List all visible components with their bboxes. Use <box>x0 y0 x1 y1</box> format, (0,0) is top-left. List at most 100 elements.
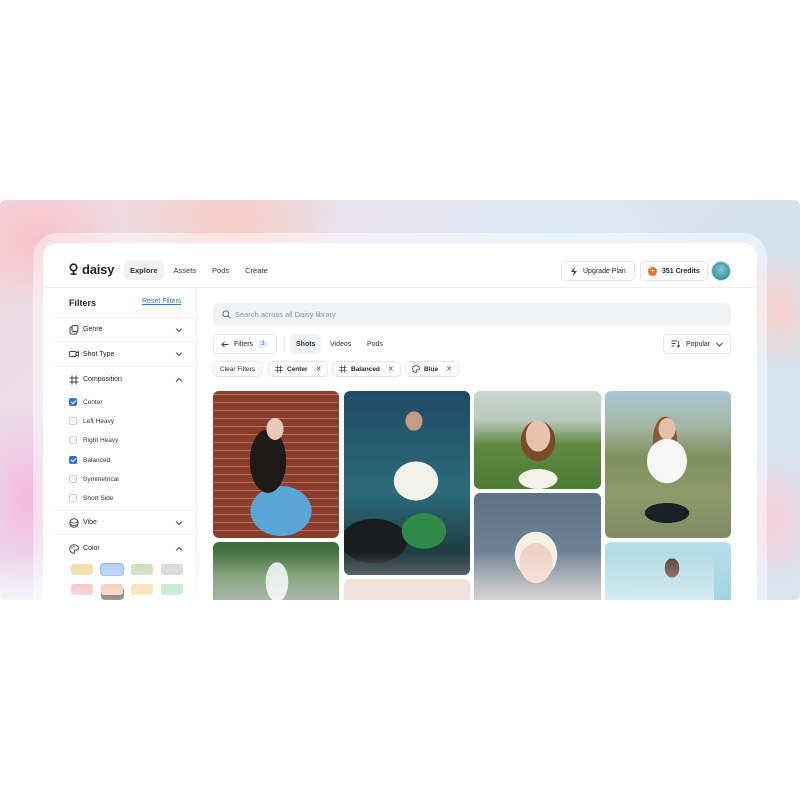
color-swatch[interactable] <box>161 564 183 575</box>
option-center[interactable]: Center <box>69 398 103 406</box>
nav-assets[interactable]: Assets <box>168 261 203 280</box>
sort-dropdown[interactable]: Popular <box>663 334 731 354</box>
option-label: Symmetrical <box>83 475 119 483</box>
section-color[interactable]: Color <box>55 536 197 561</box>
frame-icon <box>275 365 283 373</box>
vibe-icon <box>69 517 79 528</box>
remove-chip-close-icon[interactable]: ✕ <box>446 365 452 373</box>
option-left-heavy[interactable]: Left Heavy <box>69 417 114 425</box>
image-tile[interactable] <box>344 579 470 600</box>
option-label: Short Side <box>83 494 114 502</box>
palette-icon <box>412 365 420 373</box>
chevron-down-icon <box>716 342 723 347</box>
sort-label: Popular <box>686 340 711 348</box>
app-window: daisy Explore Assets Pods Create Upgrade… <box>43 243 757 600</box>
video-icon <box>69 351 79 357</box>
image-tile-portrait-field[interactable] <box>474 391 601 489</box>
checkbox[interactable] <box>69 494 77 502</box>
credits-button[interactable]: + 351 Credits <box>640 261 708 281</box>
frame-icon <box>69 375 79 384</box>
frame-icon <box>339 365 347 373</box>
image-tile-portrait-pigtails[interactable] <box>474 493 601 600</box>
color-swatch[interactable] <box>101 584 123 595</box>
checkbox-checked[interactable] <box>69 456 77 464</box>
section-shot-type[interactable]: Shot Type <box>55 342 197 367</box>
credits-label: 351 Credits <box>662 267 700 275</box>
option-label: Balanced <box>83 456 111 464</box>
filters-button-label: Filters <box>234 340 254 348</box>
top-bar: daisy Explore Assets Pods Create Upgrade… <box>43 243 757 288</box>
option-right-heavy[interactable]: Right Heavy <box>69 436 118 444</box>
option-label: Center <box>83 398 103 406</box>
image-tile-waterfall[interactable] <box>213 542 339 600</box>
remove-chip-close-icon[interactable]: ✕ <box>316 365 322 373</box>
plus-coin-icon: + <box>648 266 657 276</box>
search-input[interactable] <box>235 310 715 319</box>
option-symmetrical[interactable]: Symmetrical <box>69 475 119 483</box>
checkbox[interactable] <box>69 475 77 483</box>
filters-sidebar: Filters Reset Filters Genre Shot Type Co… <box>55 288 197 600</box>
nav-explore[interactable]: Explore <box>124 261 164 280</box>
main-content: Filters 3 Shots Videos Pods Popular Clea… <box>197 288 757 600</box>
option-short-side[interactable]: Short Side <box>69 494 113 502</box>
search-icon <box>222 310 231 319</box>
arrow-left-icon <box>221 341 229 347</box>
clear-filters-button[interactable]: Clear Filters <box>213 361 263 377</box>
section-composition[interactable]: Composition <box>55 367 197 392</box>
chevron-down-icon <box>175 327 183 332</box>
color-swatch[interactable] <box>101 564 123 575</box>
filters-count-badge: 3 <box>258 340 268 348</box>
lightning-icon <box>571 266 577 276</box>
color-swatch[interactable] <box>71 564 93 575</box>
tab-shots[interactable]: Shots <box>290 334 322 354</box>
chevron-down-icon <box>175 520 183 525</box>
color-swatch[interactable] <box>71 584 93 595</box>
search-bar[interactable] <box>213 303 731 326</box>
section-genre[interactable]: Genre <box>55 317 197 342</box>
section-vibe[interactable]: Vibe <box>55 510 197 535</box>
checkbox[interactable] <box>69 417 77 425</box>
option-balanced[interactable]: Balanced <box>69 456 110 464</box>
chip-label: Center <box>287 365 308 373</box>
upgrade-plan-button[interactable]: Upgrade Plan <box>561 261 635 281</box>
color-swatch[interactable] <box>131 564 153 575</box>
brand-logo[interactable]: daisy <box>68 262 114 277</box>
page-background: daisy Explore Assets Pods Create Upgrade… <box>0 0 800 800</box>
filter-chip-balanced: Balanced ✕ <box>332 361 401 377</box>
nav-pods[interactable]: Pods <box>206 261 235 280</box>
section-composition-label: Composition <box>83 376 122 383</box>
option-label: Right Heavy <box>83 436 119 444</box>
chevron-down-icon <box>175 352 183 357</box>
image-tile-portrait-sky[interactable] <box>605 542 731 600</box>
nav-create[interactable]: Create <box>239 261 274 280</box>
section-genre-label: Genre <box>83 326 103 333</box>
section-vibe-label: Vibe <box>83 519 97 526</box>
daisy-logo-icon <box>69 263 78 275</box>
section-shot-type-label: Shot Type <box>83 350 115 358</box>
chip-label: Blue <box>424 365 439 373</box>
tab-videos[interactable]: Videos <box>324 334 357 354</box>
brand-name: daisy <box>82 262 115 277</box>
clear-filters-label: Clear Filters <box>220 365 256 373</box>
chevron-up-icon <box>175 377 183 382</box>
checkbox-checked[interactable] <box>69 398 77 406</box>
image-tile-portrait-car[interactable] <box>344 391 470 575</box>
filter-chip-center: Center ✕ <box>268 361 329 377</box>
option-label: Left Heavy <box>83 417 115 425</box>
palette-icon <box>69 543 79 554</box>
checkbox[interactable] <box>69 436 77 444</box>
avatar[interactable] <box>711 261 731 281</box>
image-tile-portrait-hills[interactable] <box>605 391 731 538</box>
tab-pods[interactable]: Pods <box>361 334 389 354</box>
color-swatch[interactable] <box>161 584 183 595</box>
color-swatch[interactable] <box>131 584 153 595</box>
upgrade-label: Upgrade Plan <box>583 267 626 275</box>
reset-filters-link[interactable]: Reset Filters <box>142 298 181 305</box>
chevron-up-icon <box>175 546 183 551</box>
genre-icon <box>69 324 79 334</box>
filters-button[interactable]: Filters 3 <box>213 334 277 354</box>
remove-chip-close-icon[interactable]: ✕ <box>388 365 394 373</box>
image-tile-portrait-brick-wall[interactable] <box>213 391 339 538</box>
main-nav: Explore Assets Pods Create <box>124 261 274 280</box>
filters-title: Filters <box>69 298 97 308</box>
